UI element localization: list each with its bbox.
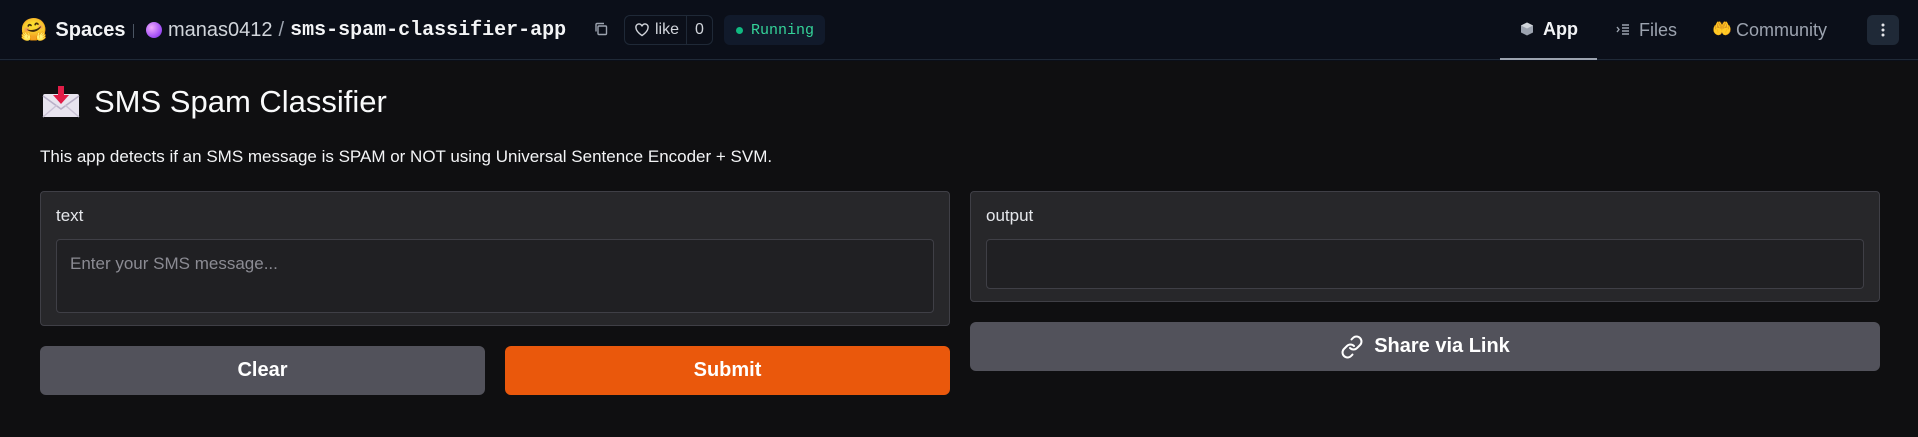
files-list-icon: [1616, 24, 1629, 35]
cube-icon: [1521, 22, 1533, 36]
tab-community[interactable]: 🤲 Community: [1712, 0, 1827, 60]
share-button-label: Share via Link: [1374, 335, 1510, 357]
tab-community-label: Community: [1736, 19, 1828, 40]
app-container: SMS Spam Classifier This app detects if …: [0, 61, 1918, 437]
spaces-label: Spaces: [55, 18, 126, 41]
output-label: output: [986, 206, 1034, 225]
output-panel: output: [970, 191, 1880, 302]
like-button[interactable]: like 0: [624, 15, 713, 45]
link-icon: [1341, 335, 1363, 358]
owner-link[interactable]: manas0412: [168, 19, 273, 42]
copy-icon[interactable]: [593, 21, 609, 37]
status-dot-icon: [736, 26, 743, 34]
more-options-button[interactable]: [1867, 15, 1899, 45]
community-hands-icon: 🤲: [1712, 21, 1732, 38]
heart-icon: [635, 23, 649, 37]
repo-breadcrumb: manas0412 / sms-spam-classifier-app: [146, 16, 566, 44]
sms-text-input[interactable]: Enter your SMS message...: [56, 239, 934, 313]
vertical-dots-icon: [1881, 23, 1885, 37]
share-via-link-button[interactable]: Share via Link: [970, 322, 1880, 371]
top-bar: 🤗 Spaces manas0412 / sms-spam-classifier…: [0, 0, 1918, 60]
output-field[interactable]: [986, 239, 1864, 289]
repo-name-link[interactable]: sms-spam-classifier-app: [290, 19, 566, 42]
app-title-text: SMS Spam Classifier: [94, 84, 387, 119]
tab-app[interactable]: App: [1500, 0, 1597, 60]
tab-app-label: App: [1543, 18, 1578, 39]
input-label: text: [56, 206, 84, 225]
spaces-brand-link[interactable]: 🤗 Spaces: [20, 16, 125, 44]
status-text: Running: [751, 21, 815, 39]
app-description: This app detects if an SMS message is SP…: [40, 147, 773, 166]
tab-files[interactable]: Files: [1615, 0, 1677, 60]
hugging-face-logo-icon: 🤗: [20, 17, 48, 42]
app-title: SMS Spam Classifier: [42, 82, 387, 122]
clear-button[interactable]: Clear: [40, 346, 485, 395]
breadcrumb-separator: /: [278, 18, 285, 41]
input-panel: text Enter your SMS message...: [40, 191, 950, 326]
clear-button-label: Clear: [237, 359, 288, 381]
submit-button-label: Submit: [693, 359, 762, 381]
divider: [133, 24, 134, 38]
like-label: like: [655, 21, 680, 38]
submit-button[interactable]: Submit: [505, 346, 950, 395]
tab-files-label: Files: [1639, 19, 1678, 40]
owner-avatar[interactable]: [146, 22, 162, 38]
like-count[interactable]: 0: [686, 16, 712, 44]
status-badge: Running: [724, 15, 825, 45]
incoming-envelope-icon: [42, 86, 80, 118]
